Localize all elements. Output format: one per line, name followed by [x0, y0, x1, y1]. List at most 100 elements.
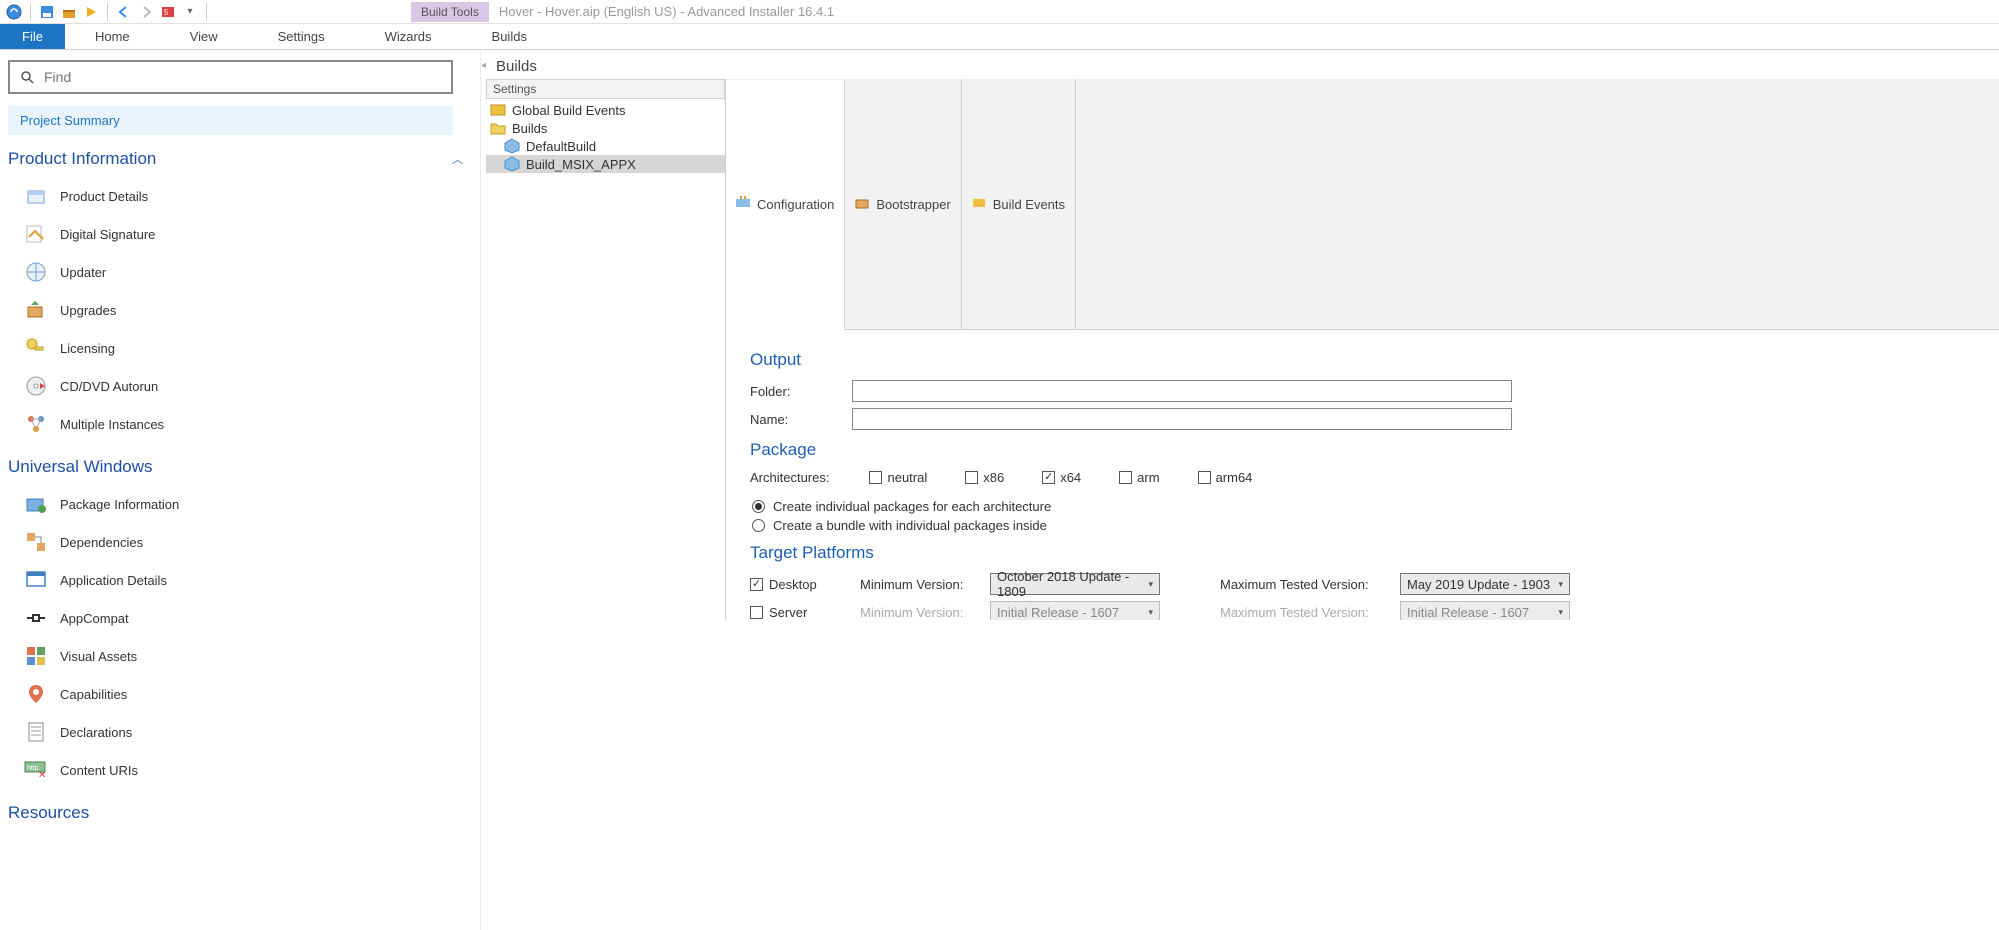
nav-visual-assets[interactable]: Visual Assets [18, 637, 472, 675]
chevron-down-icon: ▾ [1558, 579, 1563, 590]
radio-individual-packages[interactable]: Create individual packages for each arch… [752, 499, 1983, 514]
tab-wizards[interactable]: Wizards [355, 24, 462, 49]
nav-content-uris[interactable]: http✕Content URIs [18, 751, 472, 789]
tab-bootstrapper[interactable]: Bootstrapper [845, 79, 961, 329]
chk-arm64[interactable]: arm64 [1198, 470, 1253, 485]
chk-desktop[interactable]: Desktop [750, 577, 840, 592]
bootstrap-icon [855, 196, 871, 212]
select-server-max: Initial Release - 1607▾ [1400, 601, 1570, 620]
box-icon [24, 184, 48, 208]
tab-home[interactable]: Home [65, 24, 160, 49]
context-tab-build-tools: Build Tools [411, 2, 489, 22]
nav-digital-signature[interactable]: Digital Signature [18, 215, 472, 253]
label-server-min: Minimum Version: [860, 605, 970, 620]
nav-capabilities[interactable]: Capabilities [18, 675, 472, 713]
folder-icon [490, 120, 506, 136]
config-icon [736, 196, 752, 212]
label-name: Name: [750, 412, 852, 427]
cube-icon [504, 156, 520, 172]
map-pin-icon [24, 682, 48, 706]
radio-bundle[interactable]: Create a bundle with individual packages… [752, 518, 1983, 533]
label-architectures: Architectures: [750, 470, 829, 485]
chk-x86[interactable]: x86 [965, 470, 1004, 485]
ribbon-tabs: File Home View Settings Wizards Builds [0, 24, 1999, 50]
app-icon [4, 2, 24, 22]
search-icon [20, 70, 34, 84]
nav-multiple-instances[interactable]: Multiple Instances [18, 405, 472, 443]
nav-package-information[interactable]: Package Information [18, 485, 472, 523]
nav-product-details[interactable]: Product Details [18, 177, 472, 215]
nav-updater[interactable]: Updater [18, 253, 472, 291]
group-universal-windows[interactable]: Universal Windows [8, 457, 463, 477]
assets-icon [24, 644, 48, 668]
forward-icon[interactable] [136, 2, 156, 22]
section-target-platforms: Target Platforms [750, 543, 1983, 563]
tab-builds[interactable]: Builds [462, 24, 557, 49]
label-folder: Folder: [750, 384, 852, 399]
tree-builds-folder[interactable]: Builds [486, 119, 725, 137]
svg-text:http: http [27, 765, 39, 772]
search-input[interactable] [8, 60, 453, 94]
chevron-down-icon: ▾ [1148, 607, 1153, 618]
search-field[interactable] [42, 68, 441, 86]
nav-declarations[interactable]: Declarations [18, 713, 472, 751]
chk-server[interactable]: Server [750, 605, 840, 620]
chevron-up-icon: ︿ [452, 151, 463, 167]
form-tabs: Configuration Bootstrapper Build Events [726, 79, 1999, 330]
nav-appcompat[interactable]: AppCompat [18, 599, 472, 637]
label-server-max: Maximum Tested Version: [1220, 605, 1380, 620]
nodes-icon [24, 412, 48, 436]
nav-upgrades[interactable]: Upgrades [18, 291, 472, 329]
nav-cd-dvd-autorun[interactable]: CD/DVD Autorun [18, 367, 472, 405]
sidebar-project-summary[interactable]: Project Summary [8, 106, 453, 135]
section-output: Output [750, 350, 1983, 370]
tab-settings[interactable]: Settings [248, 24, 355, 49]
tab-view[interactable]: View [160, 24, 248, 49]
package-up-icon [24, 298, 48, 322]
select-desktop-min[interactable]: October 2018 Update - 1809▾ [990, 573, 1160, 595]
run-icon[interactable] [81, 2, 101, 22]
signature-icon [24, 222, 48, 246]
svg-text:✕: ✕ [38, 770, 46, 780]
label-desktop-min: Minimum Version: [860, 577, 970, 592]
tab-file[interactable]: File [0, 24, 65, 49]
tree-build-msix-appx[interactable]: Build_MSIX_APPX [486, 155, 725, 173]
cube-icon [504, 138, 520, 154]
window-icon [24, 568, 48, 592]
nav-dependencies[interactable]: Dependencies [18, 523, 472, 561]
events-icon [972, 196, 988, 212]
disc-icon [24, 374, 48, 398]
chk-neutral[interactable]: neutral [869, 470, 927, 485]
section-package: Package [750, 440, 1983, 460]
chk-x64[interactable]: x64 [1042, 470, 1081, 485]
chk-arm[interactable]: arm [1119, 470, 1159, 485]
dependencies-icon [24, 530, 48, 554]
tab-configuration[interactable]: Configuration [726, 80, 845, 330]
nav-application-details[interactable]: Application Details [18, 561, 472, 599]
select-desktop-max[interactable]: May 2019 Update - 1903▾ [1400, 573, 1570, 595]
chevron-down-icon: ▾ [1558, 607, 1563, 618]
qat-dropdown-icon[interactable]: ▾ [180, 2, 200, 22]
save-icon[interactable] [37, 2, 57, 22]
back-icon[interactable] [114, 2, 134, 22]
settings-tree-panel: Settings Global Build Events Builds Defa… [486, 79, 726, 620]
settings-label: Settings [486, 79, 725, 99]
http-icon: http✕ [24, 758, 48, 782]
group-product-information[interactable]: Product Information ︿ [8, 149, 463, 169]
window-title: Hover - Hover.aip (English US) - Advance… [499, 4, 834, 19]
svg-text:5: 5 [164, 8, 169, 17]
key-icon [24, 336, 48, 360]
build-icon[interactable] [59, 2, 79, 22]
chevron-down-icon: ▾ [1148, 579, 1153, 590]
package-info-icon [24, 492, 48, 516]
nav-licensing[interactable]: Licensing [18, 329, 472, 367]
group-resources[interactable]: Resources [8, 803, 463, 823]
input-folder[interactable] [852, 380, 1512, 402]
events-icon [490, 102, 506, 118]
input-name[interactable] [852, 408, 1512, 430]
tab-build-events[interactable]: Build Events [962, 79, 1076, 329]
tree-default-build[interactable]: DefaultBuild [486, 137, 725, 155]
options-icon[interactable]: 5 [158, 2, 178, 22]
tree-global-build-events[interactable]: Global Build Events [486, 101, 725, 119]
splitter-thumb[interactable]: ◂ [481, 60, 486, 71]
